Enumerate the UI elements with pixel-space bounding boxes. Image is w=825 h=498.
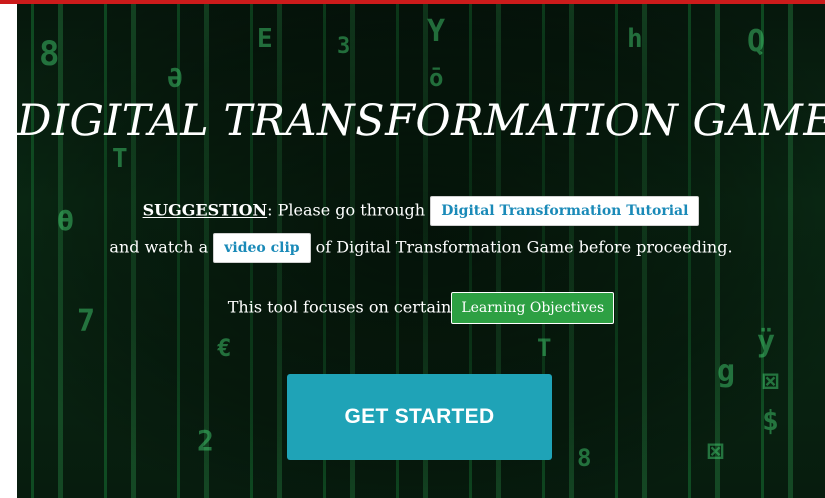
matrix-glyph: Q [747, 24, 766, 59]
video-line: and watch a video clip of Digital Transf… [17, 233, 825, 263]
suggestion-text: : Please go through [267, 200, 426, 220]
hero-banner: 8 T 7 2 Y ō 3 E Q ÿ ⊠ $ ⊠ h g € Ə 8 Ѳ T … [17, 4, 825, 498]
matrix-glyph: g [717, 354, 736, 389]
video-prefix-text: and watch a [109, 237, 209, 257]
matrix-glyph: Ə [167, 64, 183, 94]
matrix-glyph: € [217, 334, 232, 362]
matrix-glyph: ÿ [757, 324, 776, 359]
matrix-glyph: 8 [39, 34, 60, 74]
page-title: DIGITAL TRANSFORMATION GAME [17, 96, 825, 146]
matrix-glyph: 2 [197, 424, 214, 457]
video-clip-link[interactable]: video clip [213, 233, 311, 263]
suggestion-line: SUGGESTION: Please go through Digital Tr… [17, 196, 825, 226]
matrix-glyph: Y [427, 14, 446, 49]
matrix-glyph: h [627, 24, 643, 54]
matrix-glyph: 8 [577, 444, 592, 472]
matrix-glyph: ⊠ [707, 434, 724, 467]
matrix-glyph: T [112, 144, 128, 174]
tutorial-link[interactable]: Digital Transformation Tutorial [430, 196, 700, 226]
objectives-text: This tool focuses on certain [227, 297, 452, 317]
matrix-glyph: T [537, 334, 552, 362]
learning-objectives-button[interactable]: Learning Objectives [451, 292, 615, 324]
matrix-glyph: ⊠ [762, 364, 779, 397]
matrix-glyph: ō [429, 64, 444, 92]
video-suffix-text: of Digital Transformation Game before pr… [315, 237, 733, 257]
get-started-button[interactable]: GET STARTED [287, 374, 552, 460]
suggestion-label: SUGGESTION [142, 200, 268, 220]
matrix-glyph: $ [762, 404, 779, 437]
matrix-glyph: 3 [337, 34, 351, 59]
matrix-glyph: E [257, 24, 273, 54]
objectives-line: This tool focuses on certain Learning Obj… [17, 292, 825, 324]
